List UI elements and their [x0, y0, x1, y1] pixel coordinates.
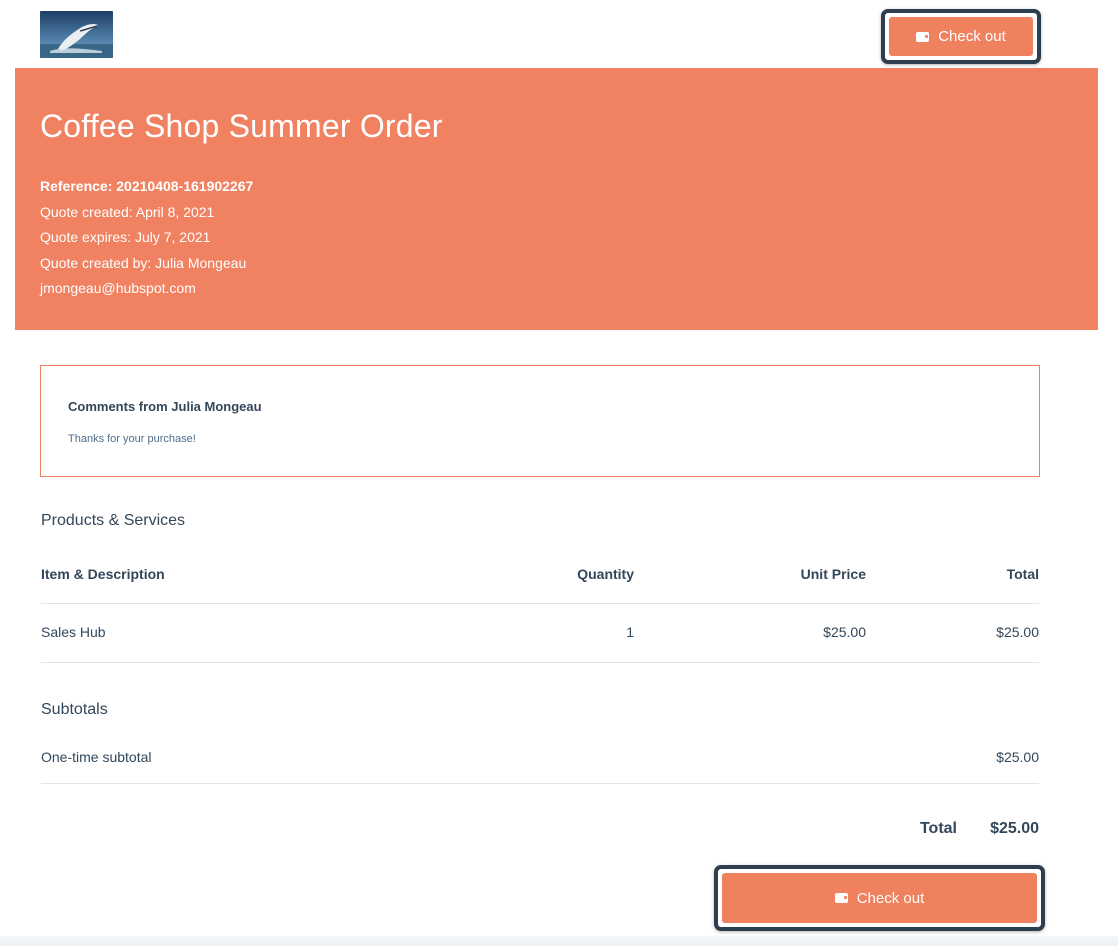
checkout-button-label: Check out: [938, 28, 1006, 45]
subtotals-section-title: Subtotals: [41, 701, 108, 718]
checkout-button-top-outline: Check out: [881, 9, 1041, 64]
whale-logo-graphic: [40, 11, 113, 58]
quote-title: Coffee Shop Summer Order: [40, 108, 443, 144]
checkout-button-top[interactable]: Check out: [889, 17, 1033, 56]
products-section-title: Products & Services: [41, 512, 186, 529]
row-quantity: 1: [626, 624, 634, 640]
comments-title: Comments from Julia Mongeau: [68, 399, 262, 414]
column-header-item: Item & Description: [41, 566, 165, 582]
row-item: Sales Hub: [41, 624, 106, 640]
quote-expiry-date: Quote expires: July 7, 2021: [40, 229, 211, 246]
comments-box: Comments from Julia Mongeau Thanks for y…: [40, 365, 1040, 477]
column-header-unit-price: Unit Price: [800, 566, 866, 582]
table-header-divider: [41, 603, 1039, 604]
one-time-subtotal-label: One-time subtotal: [41, 749, 152, 765]
checkout-button-bottom-outline: Check out: [714, 865, 1045, 931]
row-total: $25.00: [996, 624, 1039, 640]
quote-meta: Reference: 20210408-161902267 Quote crea…: [40, 174, 253, 302]
subtotals-divider: [41, 783, 1039, 784]
grand-total-value: $25.00: [990, 820, 1039, 837]
column-header-total: Total: [1006, 566, 1039, 582]
quote-creator: Quote created by: Julia Mongeau: [40, 254, 247, 271]
row-unit-price: $25.00: [823, 624, 866, 640]
table-row-divider: [41, 662, 1039, 663]
quote-created-date: Quote created: April 8, 2021: [40, 203, 215, 220]
quote-reference: Reference: 20210408-161902267: [40, 178, 254, 194]
one-time-subtotal-value: $25.00: [996, 749, 1039, 765]
whale-photo-logo: [40, 11, 113, 58]
comments-body: Thanks for your purchase!: [68, 433, 196, 445]
wallet-icon: [834, 893, 848, 903]
column-header-quantity: Quantity: [577, 566, 634, 582]
checkout-button-label: Check out: [856, 889, 925, 907]
checkout-button-bottom[interactable]: Check out: [722, 873, 1037, 923]
quote-header-banner: Coffee Shop Summer Order Reference: 2021…: [15, 68, 1098, 330]
creator-email: jmongeau@hubspot.com: [40, 280, 196, 297]
wallet-icon: [916, 31, 930, 42]
top-bar: Check out: [0, 0, 1118, 68]
page-bottom-edge: [0, 936, 1118, 946]
grand-total-label: Total: [919, 820, 957, 837]
